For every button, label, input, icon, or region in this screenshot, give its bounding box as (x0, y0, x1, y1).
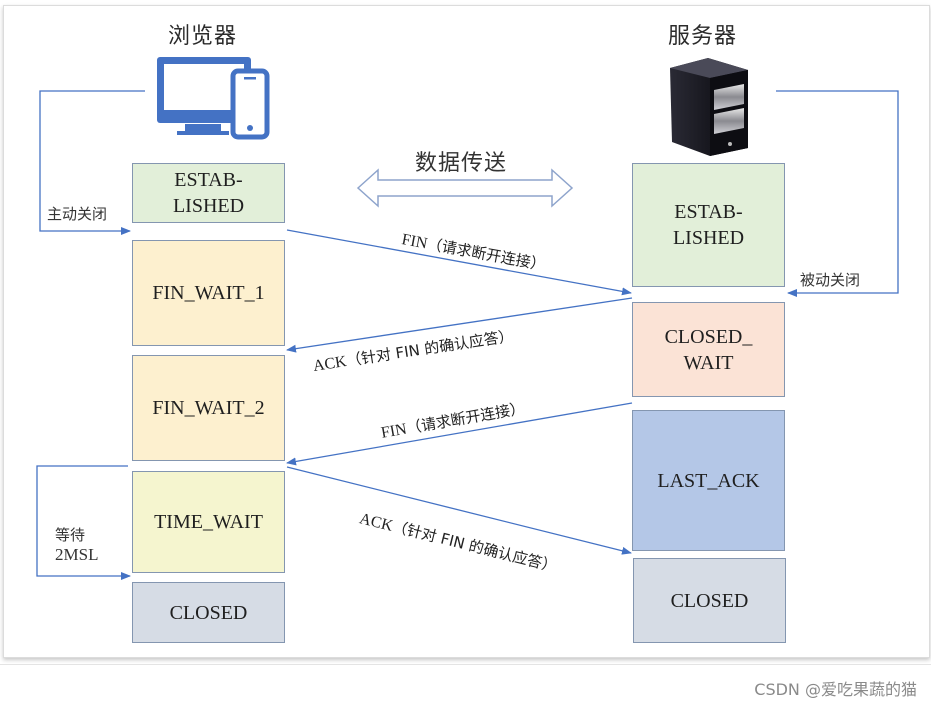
active-close-label: 主动关闭 (47, 205, 108, 223)
passive-close-label: 被动关闭 (800, 271, 861, 289)
server-title: 服务器 (668, 24, 738, 49)
desktop-and-phone-icon (157, 57, 270, 140)
server-state-last-ack: LAST_ACK (632, 410, 785, 551)
wait-2msl-label: 2MSL (55, 545, 99, 564)
client-state-time-wait: TIME_WAIT (132, 471, 285, 573)
fin-2-label-en: FIN (379, 420, 409, 442)
client-state-established: ESTAB- LISHED (132, 163, 285, 223)
server-state-closed: CLOSED (633, 558, 786, 643)
ack-1-label-en: ACK (311, 353, 348, 375)
client-title: 浏览器 (168, 24, 238, 49)
client-state-fin-wait-1: FIN_WAIT_1 (132, 240, 285, 346)
data-transfer-label: 数据传送 (415, 151, 508, 176)
client-state-closed: CLOSED (132, 582, 285, 643)
fin-1-label-en: FIN (400, 231, 429, 253)
server-state-closed-wait: CLOSED_ WAIT (632, 302, 785, 397)
server-tower-icon (670, 58, 748, 156)
divider (0, 664, 931, 665)
watermark: CSDN @爱吃果蔬的猫 (754, 680, 917, 699)
wait-label: 等待 (55, 526, 86, 544)
client-state-fin-wait-2: FIN_WAIT_2 (132, 355, 285, 461)
server-state-established: ESTAB- LISHED (632, 163, 785, 287)
